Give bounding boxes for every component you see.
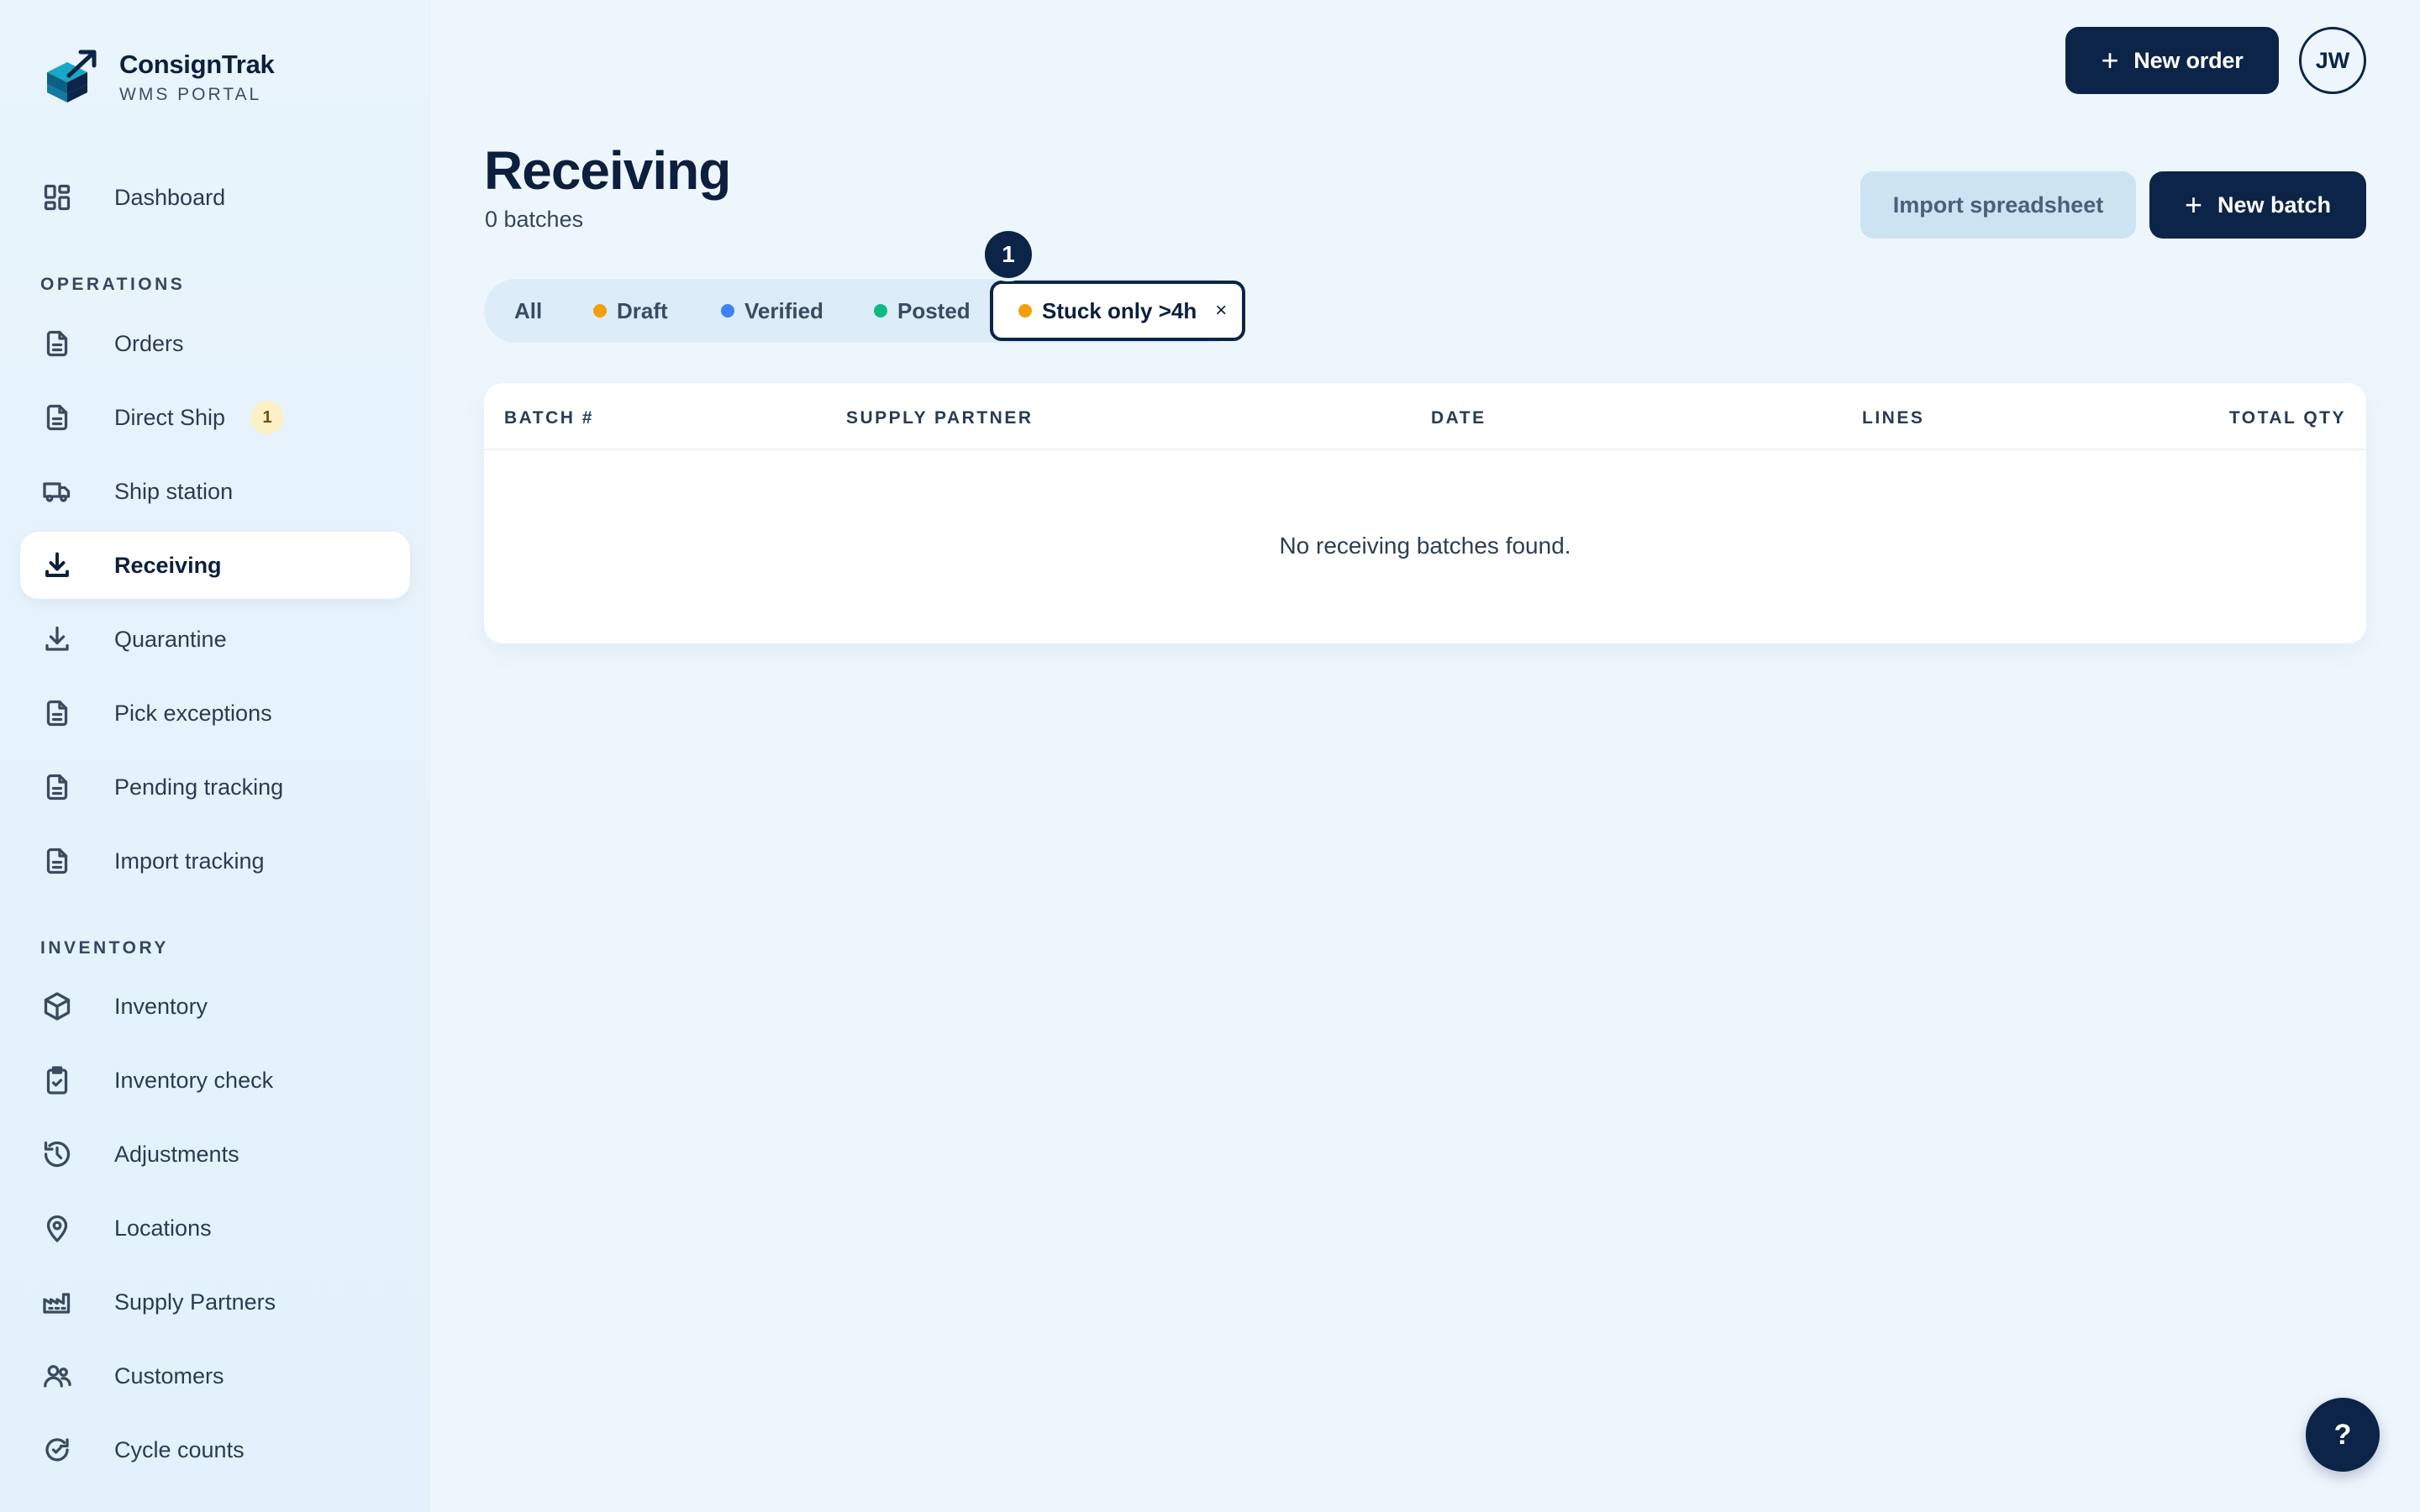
new-batch-button[interactable]: + New batch bbox=[2149, 171, 2366, 239]
truck-icon bbox=[40, 475, 74, 508]
sidebar-item-pick-exceptions[interactable]: Pick exceptions bbox=[20, 680, 410, 747]
status-dot-icon bbox=[1018, 304, 1032, 318]
status-dot-icon bbox=[721, 304, 734, 318]
sidebar-item-label: Supply Partners bbox=[114, 1289, 276, 1315]
sidebar-item-label: Quarantine bbox=[114, 626, 227, 652]
factory-icon bbox=[40, 1285, 74, 1319]
filter-tab-draft[interactable]: Draft bbox=[593, 279, 668, 343]
history-icon bbox=[40, 1137, 74, 1171]
filter-chip-stuck[interactable]: Stuck only >4h × bbox=[990, 281, 1245, 341]
sidebar-item-direct-ship[interactable]: Direct Ship 1 bbox=[20, 384, 410, 451]
receiving-table: BATCH # SUPPLY PARTNER DATE LINES TOTAL … bbox=[484, 383, 2366, 643]
count-badge: 1 bbox=[250, 401, 285, 434]
sidebar-item-label: Adjustments bbox=[114, 1141, 239, 1167]
column-header-lines[interactable]: LINES bbox=[1862, 408, 1924, 428]
sidebar-item-inventory[interactable]: Inventory bbox=[20, 973, 410, 1040]
dashboard-grid-icon bbox=[40, 181, 74, 214]
batch-count: 0 batches bbox=[485, 207, 584, 232]
clipboard-check-icon bbox=[40, 1063, 74, 1097]
filter-tab-label: All bbox=[514, 297, 543, 323]
step-badge: 1 bbox=[985, 231, 1032, 278]
sidebar-item-label: Inventory check bbox=[114, 1067, 274, 1093]
document-icon bbox=[40, 327, 74, 360]
column-header-date[interactable]: DATE bbox=[1431, 408, 1486, 428]
sidebar-item-label: Orders bbox=[114, 330, 184, 356]
plus-icon: + bbox=[2101, 43, 2119, 77]
sidebar-item-supply-partners[interactable]: Supply Partners bbox=[20, 1268, 410, 1336]
sidebar-item-label: Ship station bbox=[114, 478, 234, 504]
new-order-button[interactable]: + New order bbox=[2065, 27, 2279, 94]
sidebar-item-dashboard[interactable]: Dashboard bbox=[20, 164, 410, 231]
sidebar-item-cycle-counts[interactable]: Cycle counts bbox=[20, 1416, 410, 1483]
new-order-label: New order bbox=[2133, 47, 2244, 73]
download-tray-icon bbox=[40, 622, 74, 656]
sidebar-item-label: Pending tracking bbox=[114, 774, 284, 800]
users-icon bbox=[40, 1359, 74, 1393]
sidebar-item-quarantine[interactable]: Quarantine bbox=[20, 606, 410, 673]
brand[interactable]: ConsignTrak WMS PORTAL bbox=[40, 47, 275, 108]
filter-tab-posted[interactable]: Posted bbox=[874, 279, 971, 343]
sidebar-item-label: Cycle counts bbox=[114, 1436, 245, 1462]
sidebar-item-label: Customers bbox=[114, 1362, 224, 1389]
filter-tab-label: Verified bbox=[744, 297, 823, 323]
help-button[interactable]: ? bbox=[2306, 1398, 2380, 1472]
sidebar-item-label: Direct Ship bbox=[114, 404, 226, 430]
status-dot-icon bbox=[593, 304, 607, 318]
brand-logo-icon bbox=[47, 50, 97, 102]
download-tray-icon bbox=[40, 549, 74, 582]
document-icon bbox=[40, 696, 74, 730]
sidebar-item-label: Import tracking bbox=[114, 848, 265, 874]
new-batch-label: New batch bbox=[2217, 192, 2332, 218]
brand-name: ConsignTrak bbox=[119, 50, 275, 79]
sidebar: ConsignTrak WMS PORTAL Dashboard OPERATI… bbox=[0, 0, 430, 1512]
sidebar-item-locations[interactable]: Locations bbox=[20, 1194, 410, 1262]
refresh-check-icon bbox=[40, 1433, 74, 1467]
filter-tab-all[interactable]: All bbox=[514, 279, 542, 343]
document-icon bbox=[40, 844, 74, 878]
column-header-batch[interactable]: BATCH # bbox=[504, 408, 594, 428]
cube-icon bbox=[40, 990, 74, 1023]
filter-tab-label: Draft bbox=[617, 297, 668, 323]
sidebar-item-ship-station[interactable]: Ship station bbox=[20, 458, 410, 525]
sidebar-item-adjustments[interactable]: Adjustments bbox=[20, 1121, 410, 1188]
plus-icon: + bbox=[2184, 187, 2202, 222]
filter-tab-verified[interactable]: Verified bbox=[721, 279, 823, 343]
sidebar-item-import-tracking[interactable]: Import tracking bbox=[20, 827, 410, 895]
section-label-inventory: INVENTORY bbox=[40, 938, 169, 958]
sidebar-item-label: Receiving bbox=[114, 552, 222, 578]
table-header-divider bbox=[484, 449, 2366, 450]
document-icon bbox=[40, 401, 74, 434]
filter-tab-label: Posted bbox=[897, 297, 971, 323]
avatar[interactable]: JW bbox=[2299, 27, 2366, 94]
sidebar-item-orders[interactable]: Orders bbox=[20, 310, 410, 377]
sidebar-item-label: Inventory bbox=[114, 993, 208, 1019]
map-pin-icon bbox=[40, 1211, 74, 1245]
document-icon bbox=[40, 770, 74, 804]
sidebar-item-pending-tracking[interactable]: Pending tracking bbox=[20, 753, 410, 821]
column-header-supply-partner[interactable]: SUPPLY PARTNER bbox=[846, 408, 1034, 428]
import-spreadsheet-button[interactable]: Import spreadsheet bbox=[1860, 171, 2136, 239]
brand-subtitle: WMS PORTAL bbox=[119, 85, 262, 104]
sidebar-item-receiving[interactable]: Receiving bbox=[20, 532, 410, 599]
sidebar-item-inventory-check[interactable]: Inventory check bbox=[20, 1047, 410, 1114]
column-header-total-qty[interactable]: TOTAL QTY bbox=[2229, 408, 2346, 428]
close-icon[interactable]: × bbox=[1215, 299, 1227, 323]
sidebar-item-label: Dashboard bbox=[114, 184, 226, 210]
sidebar-item-customers[interactable]: Customers bbox=[20, 1342, 410, 1410]
page-title: Receiving bbox=[484, 140, 731, 201]
filter-chip-label: Stuck only >4h bbox=[1042, 297, 1197, 323]
sidebar-item-label: Pick exceptions bbox=[114, 700, 272, 726]
status-dot-icon bbox=[874, 304, 887, 318]
empty-state-message: No receiving batches found. bbox=[1279, 533, 1571, 559]
section-label-operations: OPERATIONS bbox=[40, 275, 186, 294]
sidebar-item-label: Locations bbox=[114, 1215, 212, 1241]
